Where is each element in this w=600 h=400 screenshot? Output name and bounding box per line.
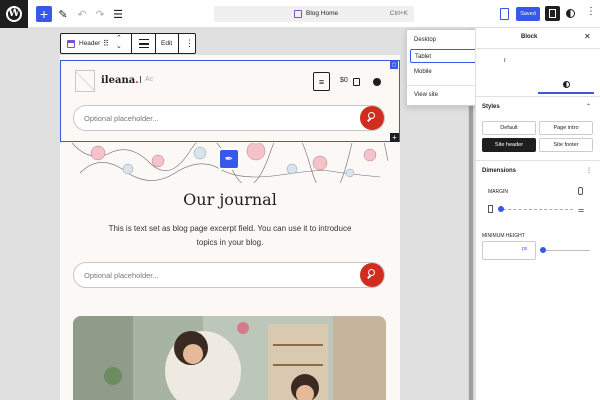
move-up-down-icon[interactable]: ⌃ ⌄ <box>116 35 122 51</box>
block-card-title: r <box>504 58 506 64</box>
drag-handle-icon[interactable]: ⠿ <box>103 39 109 48</box>
site-title[interactable]: ileana. <box>101 75 139 86</box>
sidebar-icon <box>549 9 556 18</box>
block-type-label: Header <box>79 40 101 47</box>
search-placeholder: Optional placeholder... <box>84 271 159 280</box>
more-options-icon[interactable]: ⋮ <box>185 37 194 50</box>
dimensions-panel-heading[interactable]: Dimensions <box>482 168 516 174</box>
pattern-edit-icon[interactable]: ✒ <box>218 148 240 170</box>
block-inserter-button[interactable]: + <box>36 6 52 22</box>
template-icon <box>294 10 302 18</box>
hamburger-menu-icon[interactable]: ≡ <box>313 72 330 91</box>
options-menu-icon[interactable]: ⋮ <box>586 6 596 17</box>
menu-item-label: Desktop <box>414 37 437 43</box>
menu-item-label: Mobile <box>414 69 432 75</box>
toolbar-divider <box>178 34 179 53</box>
panel-divider <box>476 96 600 97</box>
tab-divider <box>476 48 600 49</box>
content-search-field[interactable]: Optional placeholder... <box>73 262 385 288</box>
search-icon-handle <box>367 274 371 279</box>
save-button[interactable]: Saved <box>516 7 540 21</box>
search-icon-handle <box>367 117 371 122</box>
style-option-site-header[interactable]: Site header <box>482 138 536 152</box>
journal-excerpt[interactable]: This is text set as blog page excerpt fi… <box>104 222 356 250</box>
tab-block[interactable]: Block <box>521 34 537 40</box>
style-option-default[interactable]: Default <box>482 121 536 135</box>
edit-button[interactable]: Edit <box>161 40 172 47</box>
margin-label: MARGIN <box>488 189 508 195</box>
link-sides-icon[interactable] <box>578 187 583 195</box>
block-toolbar: Header ⠿ ⌃ ⌄ Edit ⋮ <box>60 33 196 54</box>
margin-slider-thumb[interactable] <box>498 206 504 212</box>
margin-side-icon <box>488 205 493 213</box>
min-height-slider-track[interactable] <box>542 250 590 251</box>
toolbar-divider <box>155 34 156 53</box>
min-height-label: MINIMUM HEIGHT <box>482 233 525 239</box>
margin-slider-track[interactable] <box>498 209 573 210</box>
undo-icon[interactable]: ↶ <box>74 6 90 22</box>
document-title: Blog Home <box>306 10 339 17</box>
inline-inserter-plus-icon[interactable]: + <box>390 133 399 142</box>
account-icon[interactable] <box>373 78 381 86</box>
featured-photo[interactable] <box>73 316 386 400</box>
journal-heading[interactable]: Our journal <box>60 190 400 209</box>
toolbar-divider <box>131 34 132 53</box>
panel-divider <box>476 160 600 161</box>
site-tagline[interactable]: Ac <box>140 76 153 83</box>
search-button[interactable] <box>360 106 384 130</box>
photo-illustration <box>73 316 386 400</box>
min-height-input[interactable] <box>482 241 536 260</box>
scrollbar-thumb[interactable] <box>469 78 473 400</box>
styles-panel-heading[interactable]: Styles <box>482 104 500 110</box>
align-icon[interactable] <box>139 39 149 48</box>
more-options-icon[interactable]: ⋮ <box>586 167 592 174</box>
shortcut-hint: Ctrl+K <box>389 10 408 17</box>
header-template-part-icon[interactable] <box>67 40 75 48</box>
chevron-up-icon[interactable]: ⌃ <box>586 103 591 110</box>
tablet-preview-icon[interactable] <box>500 8 509 20</box>
command-palette-bar[interactable]: Blog Home Ctrl+K <box>214 6 414 22</box>
header-search-field[interactable]: Optional placeholder... <box>73 105 385 131</box>
document-overview-icon[interactable]: ☰ <box>110 6 126 22</box>
search-button[interactable] <box>360 263 384 287</box>
site-title-dot: . <box>135 75 139 86</box>
shopping-bag-icon[interactable] <box>353 78 360 86</box>
cart-total: $0 <box>340 77 348 84</box>
style-option-page-intro[interactable]: Page intro <box>539 121 593 135</box>
editor-top-bar: W + ✎ ↶ ↷ ☰ Blog Home Ctrl+K Saved ⋮ <box>0 0 600 28</box>
wordpress-logo[interactable]: W <box>0 0 28 28</box>
styles-half-circle-icon[interactable] <box>566 9 575 18</box>
block-pattern-badge-icon[interactable]: ▢ <box>390 61 398 69</box>
site-title-text: ileana <box>101 75 136 86</box>
wordpress-w-icon: W <box>6 6 22 22</box>
custom-settings-icon[interactable]: ⚌ <box>578 206 584 214</box>
settings-sidebar-toggle[interactable] <box>545 6 560 21</box>
min-height-slider-thumb[interactable] <box>540 247 546 253</box>
tools-pencil-icon[interactable]: ✎ <box>55 6 71 22</box>
settings-sidebar: Block ✕ r Styles ⌃ Default Page intro Si… <box>475 28 600 400</box>
menu-item-label: Tablet <box>415 54 432 60</box>
style-option-site-footer[interactable]: Site footer <box>539 138 593 152</box>
redo-icon[interactable]: ↷ <box>92 6 108 22</box>
close-icon[interactable]: ✕ <box>584 32 591 41</box>
min-height-unit[interactable]: px <box>522 246 527 252</box>
search-placeholder: Optional placeholder... <box>84 114 159 123</box>
site-logo-placeholder[interactable] <box>75 70 95 92</box>
menu-item-label: View site <box>414 92 438 98</box>
tab-styles[interactable] <box>538 79 594 94</box>
styles-icon <box>562 81 570 88</box>
